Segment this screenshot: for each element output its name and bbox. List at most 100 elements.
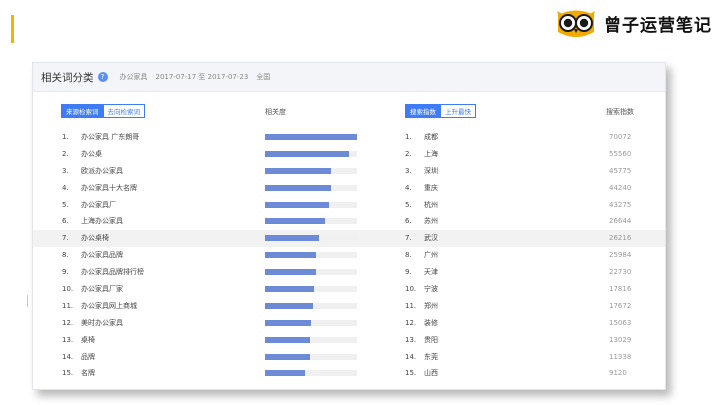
table-row[interactable]: 13. 桌椅 13. 贵阳 13029 (33, 332, 665, 349)
related-word-link[interactable]: 桌椅 (81, 332, 95, 349)
city-name: 成都 (424, 133, 438, 141)
search-index-value: 26216 (609, 234, 632, 243)
relevance-bar-track (265, 134, 357, 140)
table-row[interactable]: 3. 欧派办公家具 3. 深圳 45775 (33, 163, 665, 180)
word-rank: 7. (62, 234, 69, 243)
city-name: 天津 (424, 268, 438, 277)
relevance-bar-track (265, 336, 357, 343)
related-word-link[interactable]: 办公家具厂家 (81, 281, 123, 298)
table-row[interactable]: 15. 名牌 15. 山西 9120 (33, 365, 665, 382)
city-rank: 15. (405, 369, 417, 378)
city-rank: 2. (405, 149, 412, 158)
table-row[interactable]: 6. 上海办公家具 6. 苏州 26644 (33, 213, 665, 230)
relevance-bar-track (265, 252, 357, 259)
relevance-bar-track (265, 184, 357, 191)
relevance-bar-track (265, 319, 357, 326)
word-rank: 11. (62, 301, 74, 310)
related-word-link[interactable]: 办公家具品牌排行榜 (81, 264, 144, 281)
word-rank: 1. (62, 133, 69, 141)
brand-name: 曾子运营笔记 (604, 15, 712, 36)
table-row[interactable]: 4. 办公家具十大名牌 4. 重庆 44240 (33, 180, 665, 197)
tab-source-words[interactable]: 来源检索词 (61, 104, 104, 118)
related-word-link[interactable]: 办公桌椅 (81, 230, 109, 247)
region-label: 全国 (256, 73, 271, 81)
search-index-value: 22730 (609, 268, 632, 277)
search-index-value: 15063 (609, 318, 632, 327)
search-index-value: 11338 (609, 352, 632, 361)
related-words-panel: 相关词分类 ? 办公家具 2017-07-17 至 2017-07-23 全国 … (32, 62, 666, 390)
search-index-value: 9120 (609, 369, 627, 378)
related-word-link[interactable]: 上海办公家具 (81, 213, 123, 230)
table-row[interactable]: 5. 办公家具厂 5. 杭州 43275 (33, 197, 665, 214)
table-row[interactable]: 9. 办公家具品牌排行榜 9. 天津 22730 (33, 264, 665, 281)
word-rank: 5. (62, 200, 69, 209)
city-rank: 4. (405, 183, 412, 192)
city-name: 广州 (424, 251, 438, 260)
city-rank: 13. (405, 335, 417, 344)
ranking-rows: 1. 办公家具 广东朗哥 1. 成都 70072 2. 办公桌 2. 上海 55560 3. 欧派办公… (33, 129, 665, 382)
relevance-bar (265, 302, 313, 309)
help-icon[interactable]: ? (97, 72, 108, 82)
table-row[interactable]: 10. 办公家具厂家 10. 宁波 17816 (33, 281, 665, 298)
table-row[interactable]: 11. 办公家具网上商城 11. 郑州 17672 (33, 298, 665, 315)
related-word-link[interactable]: 欧派办公家具 (81, 163, 123, 180)
city-name: 宁波 (424, 285, 438, 294)
relevance-bar (265, 370, 305, 377)
slide-divider-mark (27, 295, 28, 307)
table-row[interactable]: 12. 美时办公家具 12. 装修 15063 (33, 315, 665, 332)
relevance-bar (265, 218, 325, 225)
relevance-bar-track (265, 269, 357, 276)
word-rank: 6. (62, 217, 69, 226)
word-rank: 4. (62, 183, 69, 192)
word-rank: 15. (62, 369, 74, 378)
keyword-label: 办公家具 (119, 73, 148, 81)
related-word-link[interactable]: 办公家具厂 (81, 197, 116, 214)
city-name: 上海 (424, 149, 438, 158)
panel-title: 相关词分类 (41, 71, 94, 84)
relevance-bar (265, 235, 320, 242)
tab-destination-words[interactable]: 去向检索词 (103, 104, 145, 118)
relevance-bar (265, 201, 329, 208)
search-index-value: 13029 (609, 335, 632, 344)
related-word-link[interactable]: 办公家具品牌 (81, 247, 123, 264)
related-word-link[interactable]: 名牌 (81, 365, 95, 382)
relevance-bar (265, 269, 316, 276)
related-word-link[interactable]: 办公家具十大名牌 (81, 180, 137, 197)
word-rank: 14. (62, 352, 74, 361)
relevance-column-header: 相关度 (265, 108, 286, 116)
table-row[interactable]: 8. 办公家具品牌 8. 广州 25984 (33, 247, 665, 264)
word-rank: 10. (62, 285, 74, 294)
related-word-link[interactable]: 品牌 (81, 349, 95, 366)
relevance-bar (265, 319, 311, 326)
table-row[interactable]: 2. 办公桌 2. 上海 55560 (33, 146, 665, 163)
tab-fastest-rising[interactable]: 上升最快 (441, 104, 476, 118)
word-rank: 9. (62, 268, 69, 277)
city-rank: 1. (405, 133, 412, 141)
city-name: 武汉 (424, 234, 438, 243)
brand-logo: 曾子运营笔记 (554, 6, 712, 40)
relevance-bar (265, 252, 316, 259)
ranking-mode-tabs: 搜索指数 上升最快 (405, 104, 476, 118)
word-rank: 3. (62, 166, 69, 175)
table-row[interactable]: 7. 办公桌椅 7. 武汉 26216 (33, 230, 665, 248)
relevance-bar-track (265, 353, 357, 360)
related-word-link[interactable]: 办公家具网上商城 (81, 298, 137, 315)
table-row[interactable]: 14. 品牌 14. 东莞 11338 (33, 349, 665, 366)
city-name: 东莞 (424, 352, 438, 361)
relevance-bar-track (265, 235, 357, 242)
relevance-bar (265, 286, 314, 293)
related-word-link[interactable]: 办公家具 广东朗哥 (81, 129, 139, 146)
related-word-link[interactable]: 美时办公家具 (81, 315, 123, 332)
table-row[interactable]: 1. 办公家具 广东朗哥 1. 成都 70072 (33, 129, 665, 146)
relevance-bar-track (265, 201, 357, 208)
search-index-value: 43275 (609, 200, 632, 209)
tab-search-index[interactable]: 搜索指数 (405, 104, 441, 118)
word-rank: 12. (62, 318, 74, 327)
search-index-value: 17816 (609, 285, 632, 294)
word-direction-tabs: 来源检索词 去向检索词 (61, 104, 145, 118)
related-word-link[interactable]: 办公桌 (81, 146, 102, 163)
search-index-value: 25984 (609, 251, 632, 260)
city-rank: 3. (405, 166, 412, 175)
date-range: 2017-07-17 至 2017-07-23 (155, 73, 249, 81)
search-index-value: 70072 (609, 133, 632, 141)
